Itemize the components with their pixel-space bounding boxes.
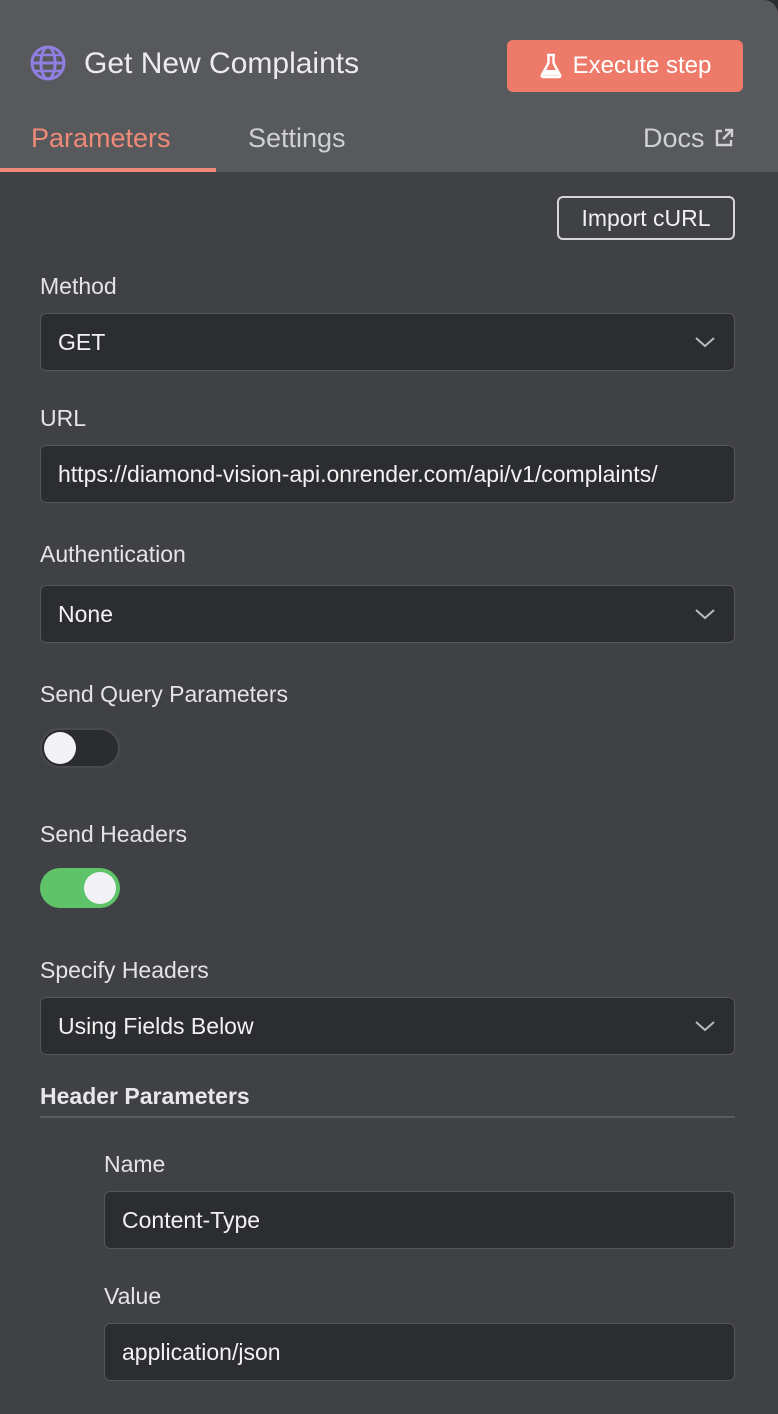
header-name-value: Content-Type bbox=[122, 1206, 261, 1233]
toggle-knob bbox=[84, 872, 116, 904]
tab-settings[interactable]: Settings bbox=[248, 120, 346, 156]
execute-step-button[interactable]: Execute step bbox=[507, 40, 743, 92]
header-name-label: Name bbox=[104, 1151, 166, 1177]
url-label: URL bbox=[40, 405, 87, 431]
specify-headers-value: Using Fields Below bbox=[58, 1012, 254, 1039]
active-tab-indicator bbox=[0, 168, 216, 172]
chevron-down-icon bbox=[695, 609, 715, 620]
method-value: GET bbox=[58, 328, 106, 355]
chevron-down-icon bbox=[695, 1021, 715, 1032]
toggle-knob bbox=[44, 732, 76, 764]
tab-docs[interactable]: Docs bbox=[643, 120, 735, 156]
globe-icon bbox=[30, 45, 66, 81]
execute-step-label: Execute step bbox=[572, 52, 712, 79]
authentication-select[interactable]: None bbox=[40, 585, 735, 643]
specify-headers-label: Specify Headers bbox=[40, 957, 209, 983]
header-value-value: application/json bbox=[122, 1338, 281, 1365]
send-query-parameters-toggle[interactable] bbox=[40, 728, 120, 768]
node-parameters-panel: Get New Complaints Execute step Paramete… bbox=[0, 0, 778, 1414]
send-headers-label: Send Headers bbox=[40, 821, 188, 847]
authentication-value: None bbox=[58, 600, 113, 627]
header-value-input[interactable]: application/json bbox=[104, 1323, 735, 1381]
send-headers-toggle[interactable] bbox=[40, 868, 120, 908]
flask-icon bbox=[540, 53, 562, 79]
header-name-input[interactable]: Content-Type bbox=[104, 1191, 735, 1249]
chevron-down-icon bbox=[695, 337, 715, 348]
url-input[interactable]: https://diamond-vision-api.onrender.com/… bbox=[40, 445, 735, 503]
method-label: Method bbox=[40, 273, 117, 299]
authentication-label: Authentication bbox=[40, 541, 186, 567]
tab-parameters[interactable]: Parameters bbox=[31, 120, 171, 156]
method-select[interactable]: GET bbox=[40, 313, 735, 371]
header-parameters-title: Header Parameters bbox=[40, 1083, 250, 1109]
panel-header: Get New Complaints Execute step Paramete… bbox=[0, 0, 778, 172]
external-link-icon bbox=[715, 128, 733, 147]
node-title[interactable]: Get New Complaints bbox=[84, 44, 359, 84]
tab-docs-label: Docs bbox=[643, 123, 705, 153]
header-value-label: Value bbox=[104, 1283, 162, 1309]
url-value: https://diamond-vision-api.onrender.com/… bbox=[58, 460, 658, 487]
import-curl-button[interactable]: Import cURL bbox=[557, 196, 735, 240]
send-query-parameters-label: Send Query Parameters bbox=[40, 681, 289, 707]
specify-headers-select[interactable]: Using Fields Below bbox=[40, 997, 735, 1055]
section-divider bbox=[40, 1116, 735, 1118]
